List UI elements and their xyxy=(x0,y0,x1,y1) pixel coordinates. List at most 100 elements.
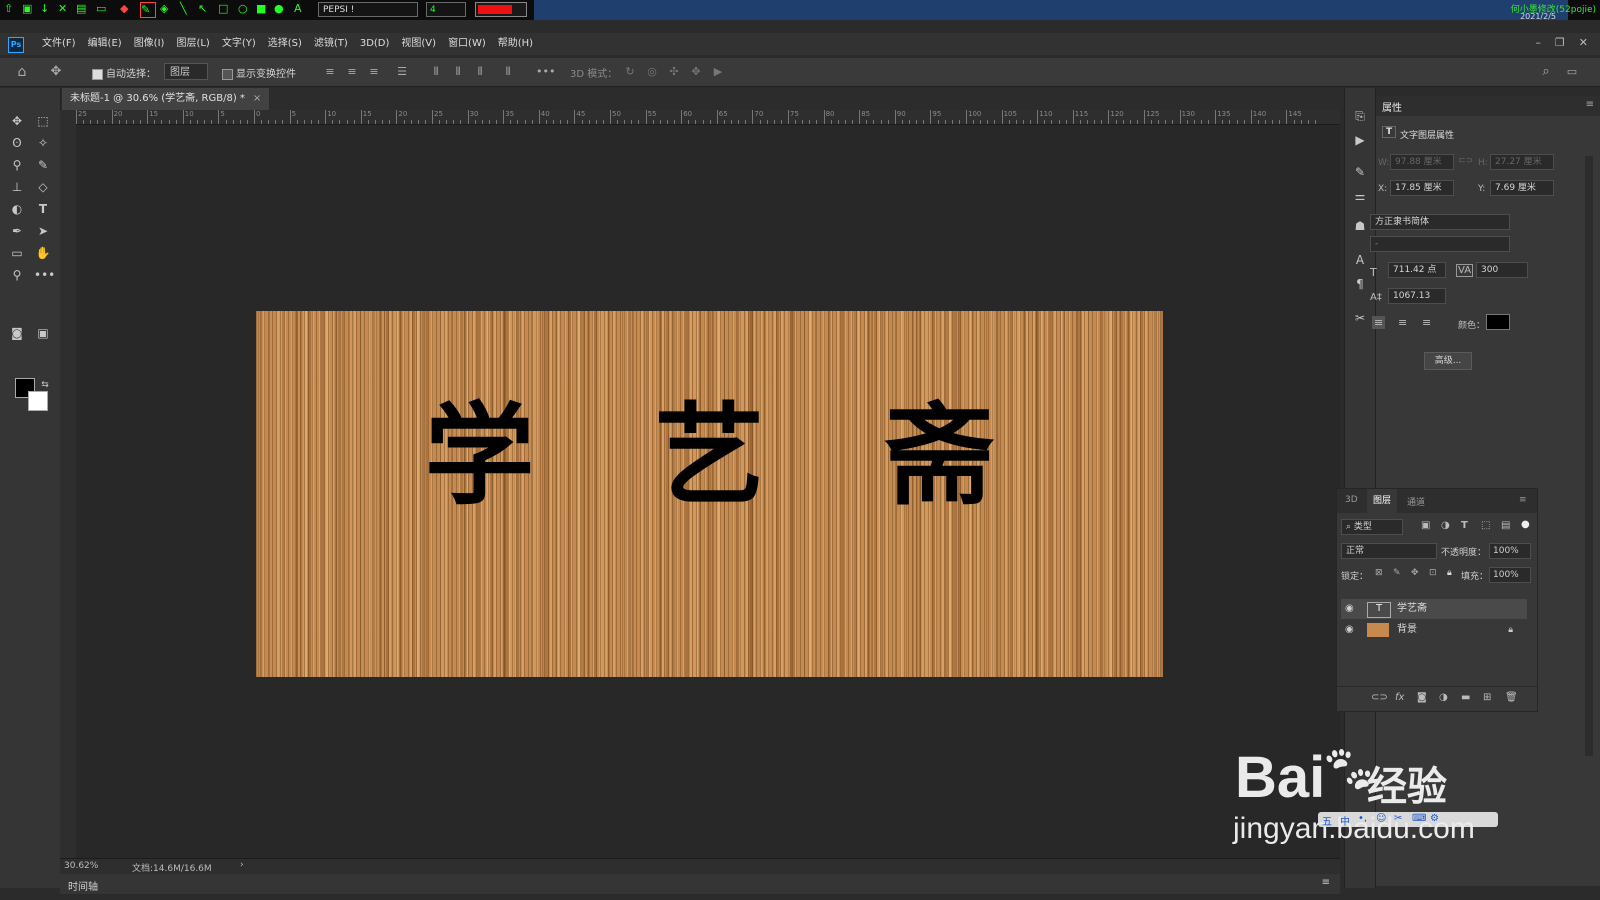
fill-field[interactable]: 100% xyxy=(1489,567,1531,583)
blend-mode-dropdown[interactable]: 正常 xyxy=(1341,543,1437,559)
properties-tab[interactable]: 属性 xyxy=(1382,99,1402,114)
window-close-icon[interactable]: ✕ xyxy=(1579,36,1588,49)
3d-pan-icon[interactable]: ✣ xyxy=(668,66,680,78)
menu-3d[interactable]: 3D(D) xyxy=(354,33,396,55)
align-left-text-icon[interactable]: ≡ xyxy=(1372,316,1386,329)
menu-view[interactable]: 视图(V) xyxy=(395,33,442,55)
stamp-icon[interactable]: ⊥ xyxy=(8,178,26,196)
canvas-text-layer[interactable]: 学艺斋 xyxy=(256,381,1163,531)
align-hcenter-icon[interactable]: ⫴ xyxy=(452,66,464,78)
ime-settings-icon[interactable]: ⚙ xyxy=(1430,813,1439,824)
ellipse-icon[interactable]: ○ xyxy=(238,2,252,16)
filter-image-icon[interactable]: ▣ xyxy=(1421,520,1430,531)
restore-icon[interactable]: ❐ xyxy=(1555,36,1565,49)
3d-scale-icon[interactable]: ▶ xyxy=(712,66,724,78)
filter-shape-icon[interactable]: ⬚ xyxy=(1481,520,1490,531)
timeline-tab[interactable]: 时间轴 xyxy=(68,878,98,893)
ime-toolbar[interactable]: 五 中 •, ☺ ✂ ⌨ ⚙ xyxy=(1318,812,1498,828)
home-icon[interactable]: ⌂ xyxy=(16,65,28,79)
shape-icon[interactable]: ▭ xyxy=(8,244,26,262)
menu-file[interactable]: 文件(F) xyxy=(36,33,82,55)
document-canvas[interactable]: 学艺斋 xyxy=(256,311,1163,677)
rect-icon[interactable]: □ xyxy=(218,2,232,16)
text-color-swatch[interactable] xyxy=(1486,314,1510,330)
layer-row-background[interactable]: ◉ 背景 🔒︎ xyxy=(1341,620,1527,640)
folder-icon[interactable]: ▭ xyxy=(96,2,110,16)
layer-row-text[interactable]: ◉ T 学艺斋 xyxy=(1341,599,1527,619)
filter-smart-icon[interactable]: ▤ xyxy=(1501,520,1510,531)
ime-lang-icon[interactable]: 中 xyxy=(1340,813,1350,828)
ime-scissors-icon[interactable]: ✂ xyxy=(1394,813,1402,824)
font-size-field[interactable]: 711.42 点 xyxy=(1388,262,1446,278)
fx-icon[interactable]: fx xyxy=(1395,692,1404,703)
x-field[interactable]: 17.85 厘米 xyxy=(1390,180,1454,196)
advanced-button[interactable]: 高级... xyxy=(1424,352,1472,370)
eraser-icon[interactable]: ◆ xyxy=(120,2,134,16)
tab-layers[interactable]: 图层 xyxy=(1367,489,1398,513)
status-arrow-icon[interactable]: › xyxy=(240,860,244,870)
quick-mask-icon[interactable]: ◙ xyxy=(8,324,26,342)
new-layer-icon[interactable]: ⊞ xyxy=(1483,692,1491,703)
ime-emoji-icon[interactable]: ☺ xyxy=(1376,813,1386,824)
distribute-icon[interactable]: ☰ xyxy=(396,66,408,78)
font-family-dropdown[interactable]: 方正隶书简体 xyxy=(1370,214,1510,230)
filter-text-icon[interactable]: T xyxy=(1461,520,1468,531)
add-mask-icon[interactable]: ◙ xyxy=(1417,692,1427,703)
workspace-icon[interactable]: ▭ xyxy=(1566,66,1578,78)
background-color-swatch[interactable] xyxy=(28,391,48,411)
search-icon[interactable]: ⌕ xyxy=(1540,65,1552,78)
align-top-icon[interactable]: ≡ xyxy=(324,66,336,78)
more-options-icon[interactable]: ••• xyxy=(536,66,555,78)
paragraph-icon[interactable]: ¶ xyxy=(1352,276,1368,292)
menu-select[interactable]: 选择(S) xyxy=(262,33,308,55)
download-icon[interactable]: ↓ xyxy=(40,2,54,16)
menu-image[interactable]: 图像(I) xyxy=(128,33,171,55)
new-adjustment-icon[interactable]: ◑ xyxy=(1439,692,1448,703)
zoom-icon[interactable]: ⚲ xyxy=(8,266,26,284)
visibility-eye-icon[interactable]: ◉ xyxy=(1345,620,1354,640)
history-icon[interactable]: ⎘ xyxy=(1352,108,1368,124)
leading-field[interactable]: 1067.13 xyxy=(1388,288,1446,304)
w-field[interactable]: 97.88 厘米 xyxy=(1390,154,1454,170)
align-bottom-icon[interactable]: ≡ xyxy=(368,66,380,78)
lock-all-icon[interactable]: 🔒︎ xyxy=(1447,568,1452,578)
more-tools-icon[interactable]: ••• xyxy=(34,266,55,284)
link-layers-icon[interactable]: ⊂⊃ xyxy=(1371,692,1388,703)
tools-icon[interactable]: ✂ xyxy=(1352,310,1368,326)
lock-position-icon[interactable]: ✥ xyxy=(1411,568,1419,578)
eyedropper-icon[interactable]: ⚲ xyxy=(8,156,26,174)
magic-wand-icon[interactable]: ✧ xyxy=(34,134,52,152)
people-icon[interactable]: ☗ xyxy=(1352,218,1368,234)
ime-punct-icon[interactable]: •, xyxy=(1358,813,1367,824)
filter-adjust-icon[interactable]: ◑ xyxy=(1441,520,1450,531)
show-transform-checkbox[interactable]: 显示变换控件 xyxy=(222,65,296,80)
filter-type-dropdown[interactable]: ⌕ 类型 xyxy=(1341,519,1403,535)
align-right-text-icon[interactable]: ≡ xyxy=(1422,316,1431,329)
adjustments-icon[interactable]: ⚌ xyxy=(1352,188,1368,204)
panel-menu-icon[interactable]: ≡ xyxy=(1586,99,1594,110)
color-picker[interactable] xyxy=(475,2,527,17)
tab-close-icon[interactable]: × xyxy=(253,93,261,104)
link-icon[interactable]: ⊂⊃ xyxy=(1458,156,1473,166)
close-icon[interactable]: ✕ xyxy=(58,2,72,16)
tracking-field[interactable]: 300 xyxy=(1476,262,1528,278)
type-tool-icon[interactable]: T xyxy=(34,200,52,218)
filled-ellipse-icon[interactable]: ● xyxy=(274,2,288,16)
properties-scrollbar[interactable] xyxy=(1585,156,1593,756)
layers-menu-icon[interactable]: ≡ xyxy=(1519,495,1527,505)
zoom-level[interactable]: 30.62% xyxy=(64,861,98,871)
menu-edit[interactable]: 编辑(E) xyxy=(82,33,128,55)
screen-mode-icon[interactable]: ▣ xyxy=(34,324,52,342)
align-vcenter-icon[interactable]: ≡ xyxy=(346,66,358,78)
gradient-icon[interactable]: ◐ xyxy=(8,200,26,218)
move-icon[interactable]: ✥ xyxy=(8,112,26,130)
distribute-h-icon[interactable]: ⫴ xyxy=(502,66,514,78)
delete-layer-icon[interactable]: 🗑︎ xyxy=(1505,692,1518,703)
menu-window[interactable]: 窗口(W) xyxy=(442,33,492,55)
y-field[interactable]: 7.69 厘米 xyxy=(1490,180,1554,196)
opacity-field[interactable]: 100% xyxy=(1489,543,1531,559)
size-select[interactable]: 4 xyxy=(426,2,466,17)
minimize-icon[interactable]: – xyxy=(1535,36,1541,49)
document-tab[interactable]: 未标题-1 @ 30.6% (学艺斋, RGB/8) * × xyxy=(62,88,270,110)
path-select-icon[interactable]: ➤ xyxy=(34,222,52,240)
